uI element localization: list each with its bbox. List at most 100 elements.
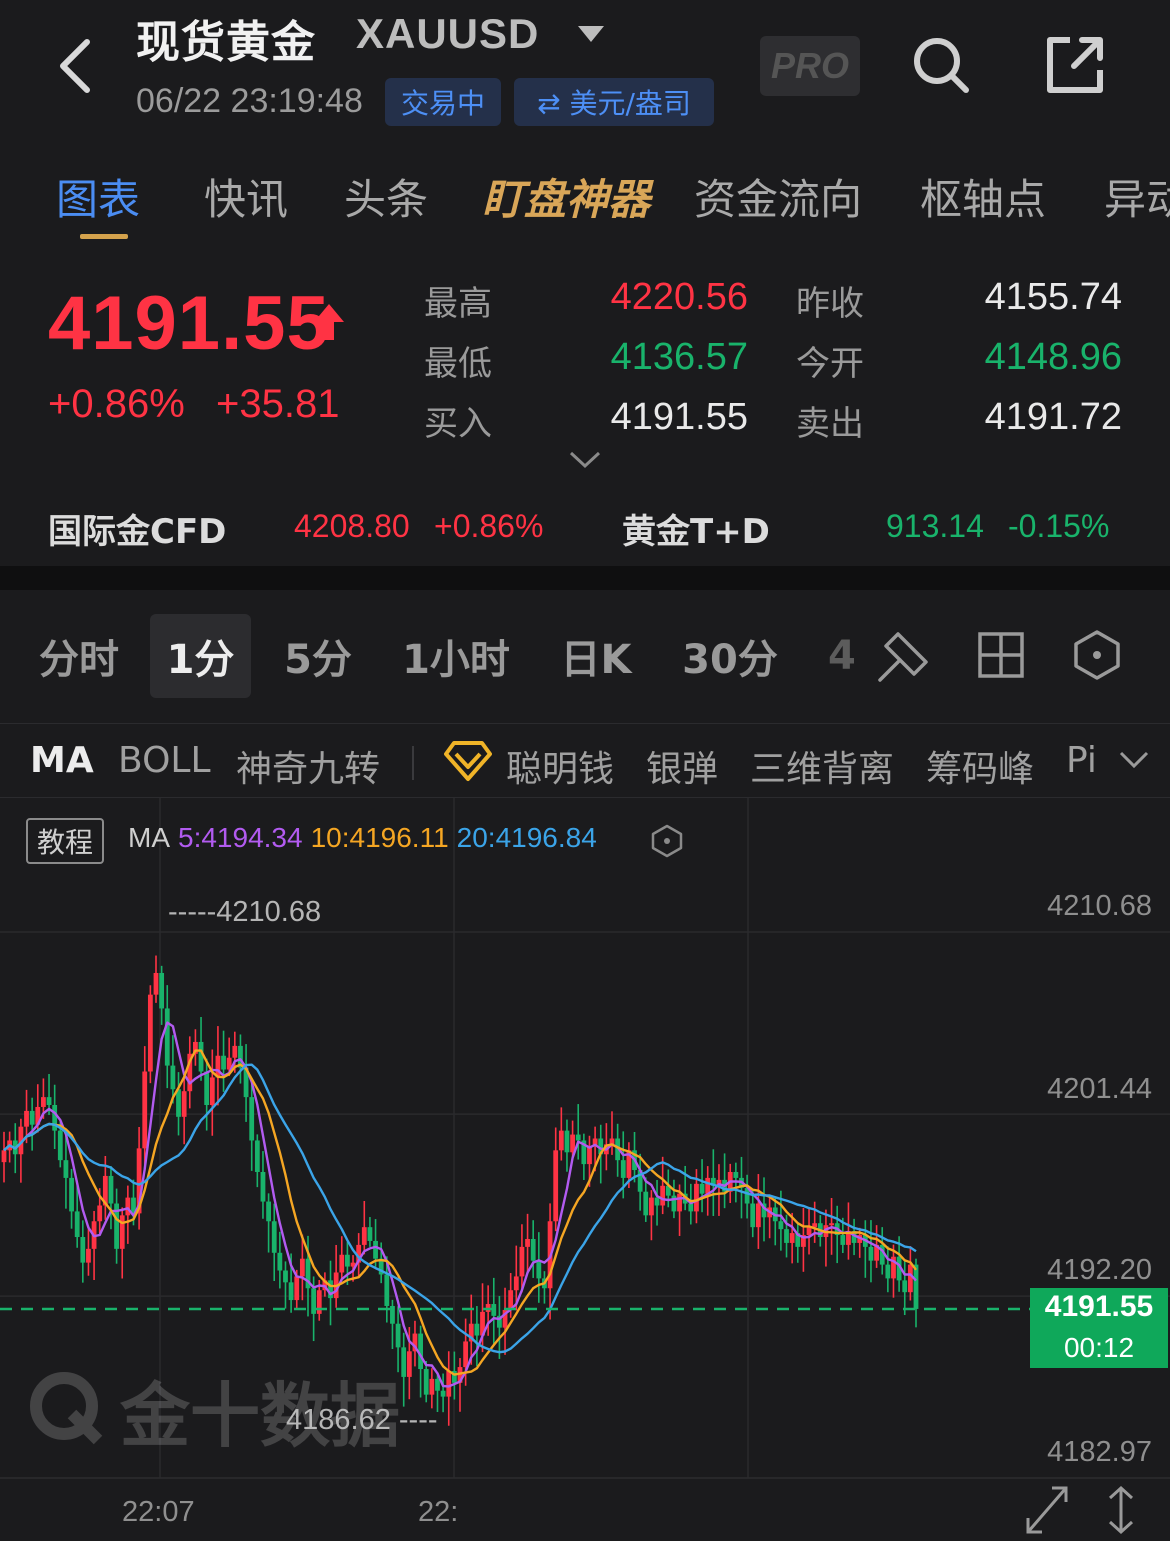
unit-toggle[interactable]: ⇄ 美元/盎司: [514, 78, 714, 126]
td-label[interactable]: 黄金T+D: [622, 504, 770, 553]
prev-close-value: 4155.74: [984, 276, 1122, 318]
candle-body: [423, 1369, 429, 1395]
indicator-td9[interactable]: 神奇九转: [236, 740, 380, 792]
layout-button[interactable]: [966, 620, 1036, 690]
vertical-scale-icon[interactable]: [1098, 1484, 1144, 1536]
tab-movement[interactable]: 异动: [1104, 166, 1170, 227]
low-label: 最低: [424, 344, 492, 384]
candle-body: [806, 1227, 812, 1236]
candle-body: [395, 1323, 401, 1348]
chevron-down-icon[interactable]: [568, 450, 602, 470]
ma10-value: 10:4196.11: [310, 822, 449, 853]
ma-legend: MA 5:4194.34 10:4196.11 20:4196.84: [128, 822, 605, 854]
max-price-marker: -----4210.68: [168, 896, 322, 928]
ma20-value: 20:4196.84: [456, 822, 597, 853]
candle-body: [868, 1246, 874, 1261]
indicator-silver-bullet[interactable]: 银弹: [646, 740, 718, 792]
period-5min[interactable]: 5分: [280, 614, 356, 698]
quote-datetime: 06/22 23:19:48: [136, 82, 363, 120]
candle-body: [86, 1248, 91, 1263]
bid-value: 4191.55: [610, 396, 748, 438]
ma-lines: [3, 1021, 917, 1388]
candle-body: [1, 1150, 7, 1163]
high-label: 最高: [424, 284, 492, 324]
open-label: 今开: [796, 344, 864, 384]
period-intraday[interactable]: 分时: [34, 614, 124, 698]
period-more[interactable]: 4: [828, 614, 856, 698]
candle-body: [649, 1197, 654, 1216]
candle-body: [176, 1089, 181, 1117]
period-30min[interactable]: 30分: [678, 614, 782, 698]
tab-pivot[interactable]: 枢轴点: [920, 166, 1046, 227]
open-value: 4148.96: [984, 336, 1122, 378]
jin10-logo-icon: [30, 1372, 103, 1445]
candle-body: [705, 1177, 711, 1194]
indicator-smart-money[interactable]: 聪明钱: [506, 740, 614, 792]
candle-body: [390, 1305, 395, 1324]
ask-label: 卖出: [796, 404, 864, 444]
chevron-down-icon[interactable]: [1118, 750, 1150, 770]
tutorial-button[interactable]: 教程: [26, 818, 104, 864]
candle-body: [24, 1110, 29, 1127]
indicator-chip-peak[interactable]: 筹码峰: [926, 740, 1034, 792]
candle-body: [316, 1290, 322, 1314]
candle-body: [440, 1390, 446, 1397]
kline-chart[interactable]: 教程 MA 5:4194.34 10:4196.11 20:4196.84 4210.…: [0, 798, 1170, 1541]
caret-down-icon[interactable]: [576, 24, 606, 44]
candle-body: [125, 1197, 131, 1216]
candle-body: [29, 1110, 35, 1125]
y-axis-label: 4210.68: [1047, 890, 1152, 922]
hexagon-settings-icon: [1074, 630, 1120, 680]
watermark-text: 金十数据: [120, 1375, 400, 1457]
candle-body: [147, 994, 153, 1072]
search-button[interactable]: [906, 30, 976, 100]
candle-body: [108, 1175, 114, 1204]
current-price: 4191.55: [1044, 1290, 1154, 1323]
indicator-pivot[interactable]: Pi: [1066, 740, 1110, 781]
candle-body: [80, 1237, 86, 1263]
cfd-label[interactable]: 国际金CFD: [48, 504, 226, 553]
candle-body: [677, 1193, 682, 1212]
quote-panel: 4191.55 +0.86% +35.81 最高 4220.56 昨收 4155…: [0, 250, 1170, 566]
tab-fund-flow[interactable]: 资金流向: [694, 166, 862, 227]
tab-monitor[interactable]: 盯盘神器: [482, 166, 650, 227]
candle-body: [840, 1235, 846, 1245]
arrow-up-icon: [314, 304, 344, 340]
x-axis-label: 22:: [418, 1496, 459, 1528]
draw-tool-button[interactable]: [870, 620, 940, 690]
indicator-ma[interactable]: MA: [30, 740, 94, 781]
candle-body: [367, 1227, 373, 1241]
back-button[interactable]: [50, 36, 100, 96]
candle-body: [46, 1097, 52, 1106]
candle-body: [688, 1203, 694, 1212]
tab-headlines[interactable]: 头条: [344, 166, 428, 227]
candle-body: [204, 1071, 210, 1106]
candle-body: [299, 1258, 305, 1277]
hexagon-settings-icon[interactable]: [650, 824, 684, 858]
cfd-change: +0.86%: [434, 508, 544, 544]
chart-settings-button[interactable]: [1062, 620, 1132, 690]
period-daily[interactable]: 日K: [558, 614, 634, 698]
indicator-boll[interactable]: BOLL: [118, 740, 211, 781]
ma5-value: 5:4194.34: [178, 822, 303, 853]
candle-body: [885, 1264, 891, 1279]
fullscreen-icon[interactable]: [1024, 1484, 1070, 1536]
candle-body: [170, 1065, 176, 1090]
candle-body: [63, 1160, 69, 1178]
period-1min[interactable]: 1分: [150, 614, 251, 698]
candle-body: [164, 1008, 170, 1066]
tab-flash[interactable]: 快讯: [204, 166, 288, 227]
share-button[interactable]: [1040, 30, 1110, 100]
candle-body: [902, 1280, 908, 1293]
candle-body: [74, 1211, 80, 1238]
low-value: 4136.57: [610, 336, 748, 378]
symbol-selector[interactable]: XAUUSD: [356, 10, 539, 58]
tab-chart[interactable]: 图表: [56, 166, 140, 227]
candle-body: [525, 1238, 530, 1247]
pro-button[interactable]: PRO: [760, 36, 860, 96]
candle-body: [232, 1045, 238, 1058]
indicator-divergence[interactable]: 三维背离: [750, 740, 894, 792]
period-1hour[interactable]: 1小时: [398, 614, 514, 698]
candle-body: [283, 1270, 288, 1283]
candle-body: [373, 1240, 378, 1259]
